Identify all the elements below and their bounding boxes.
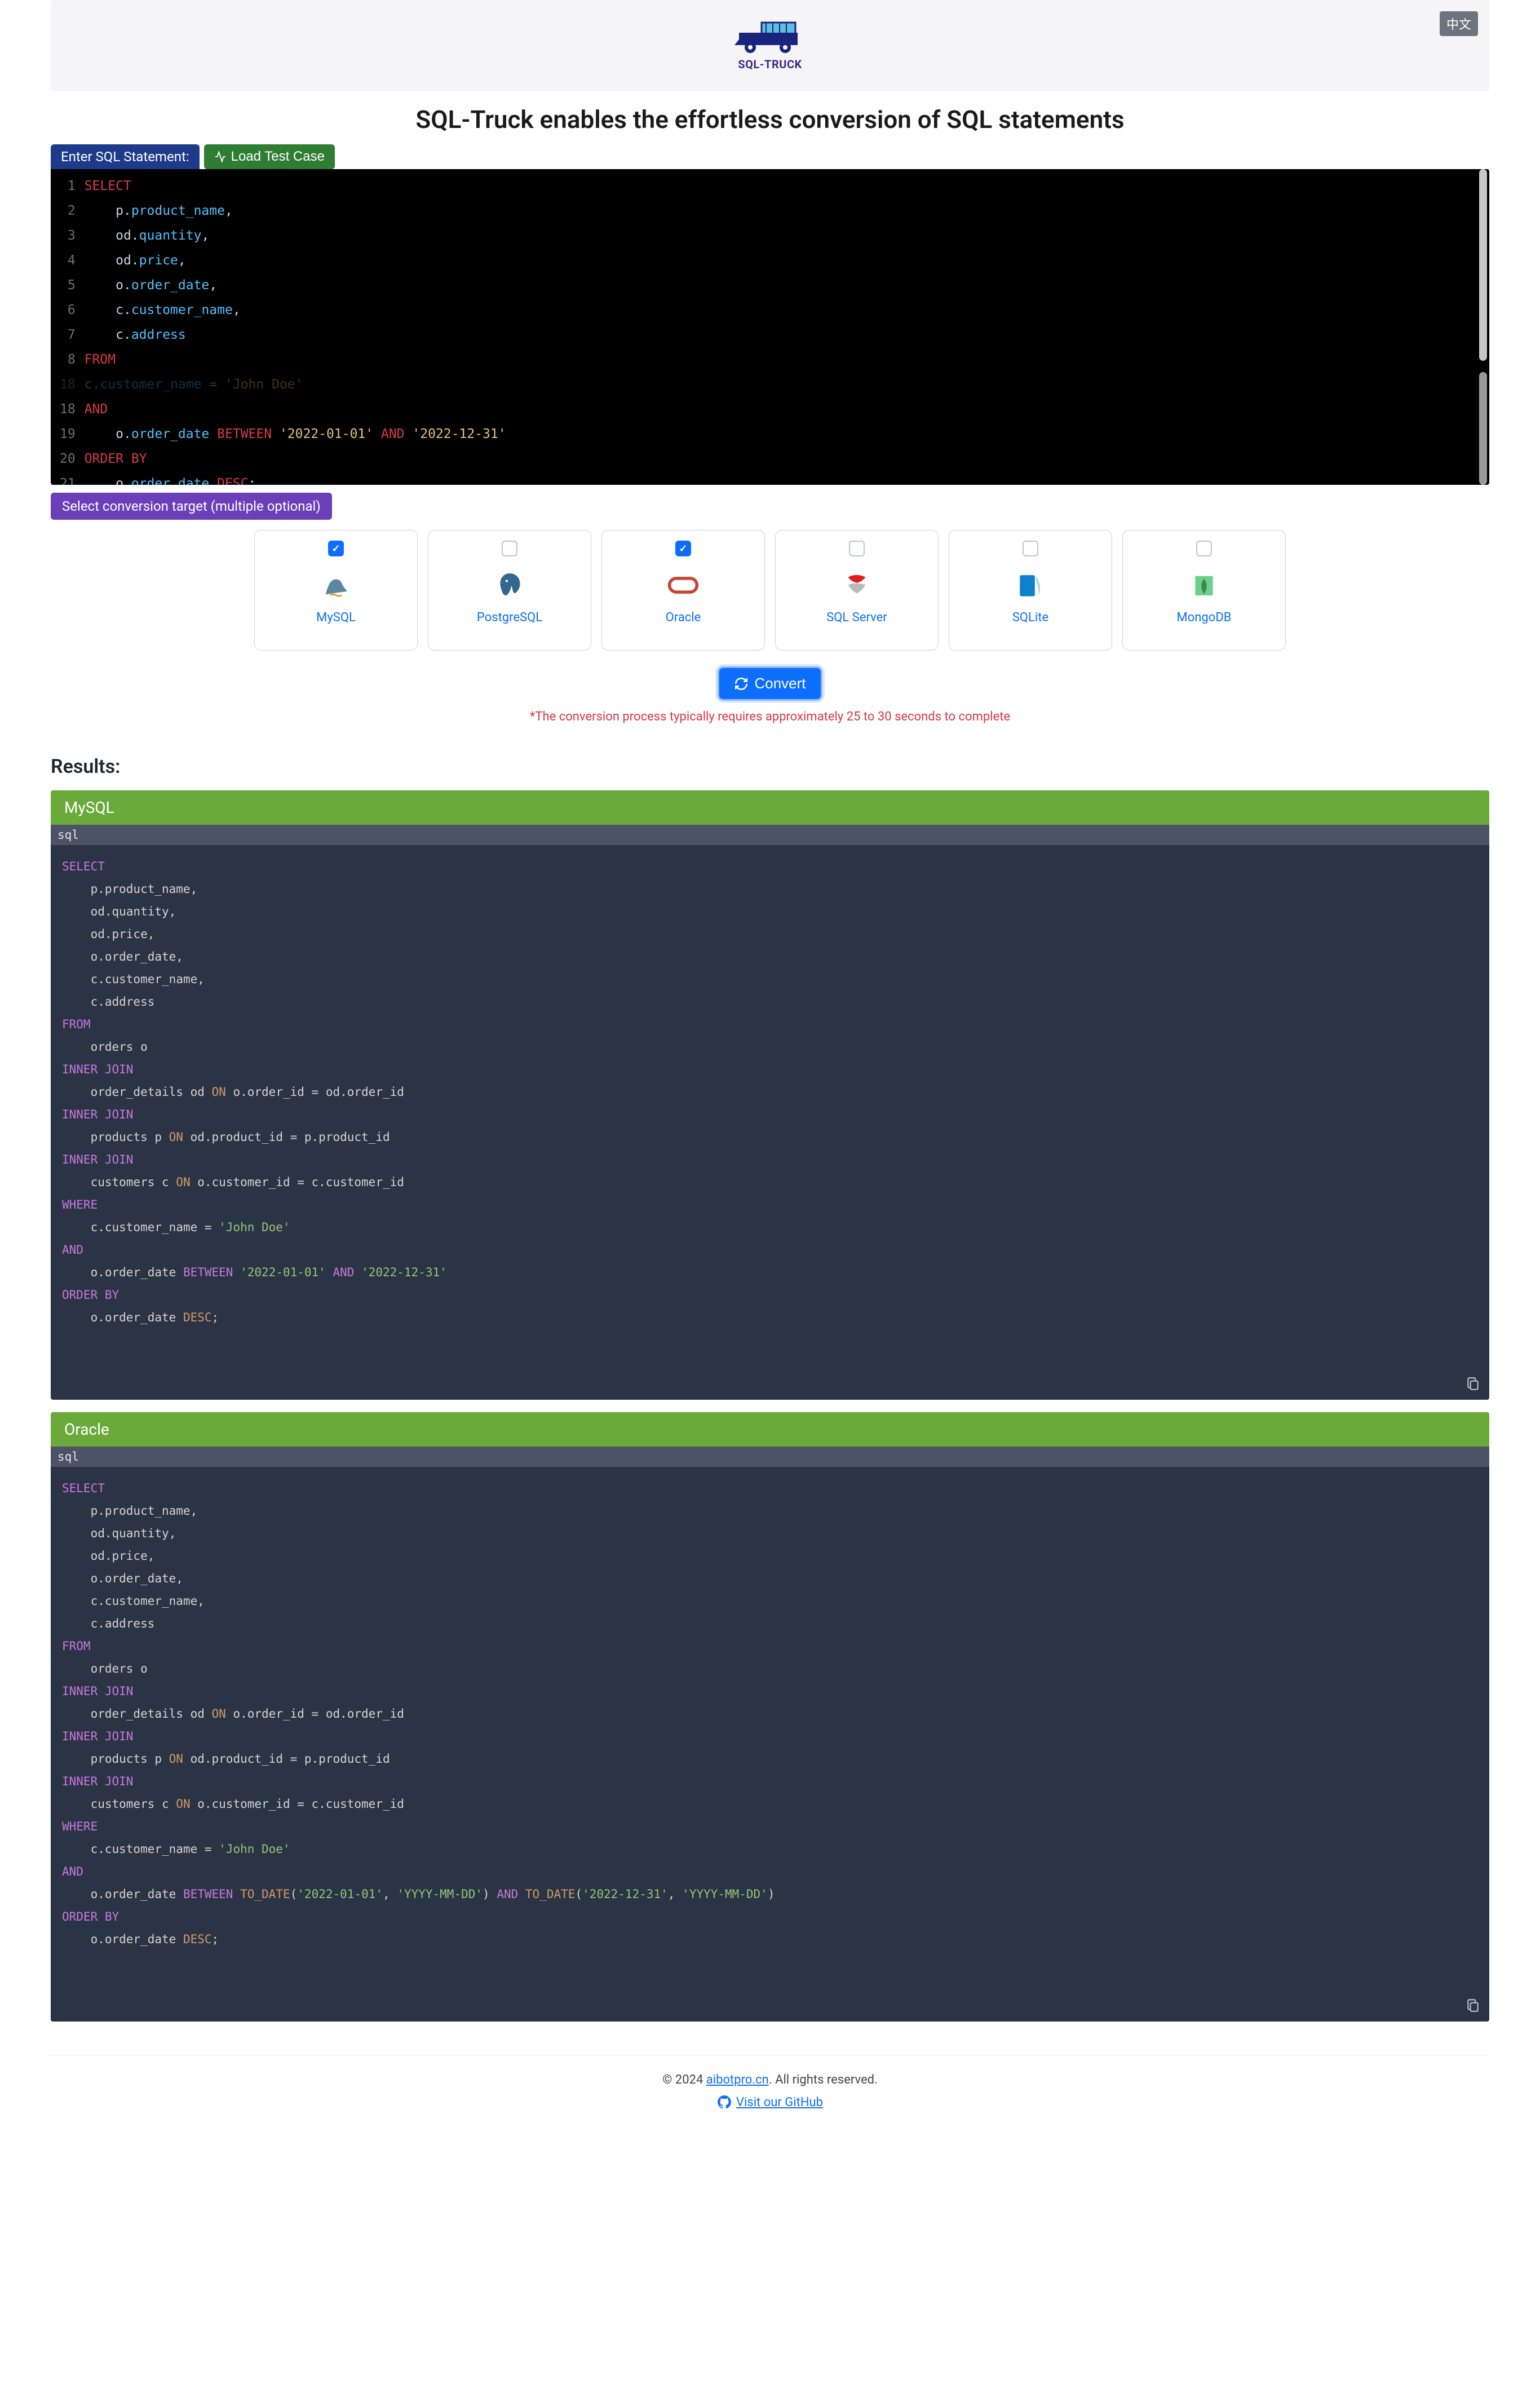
page-title: SQL-Truck enables the effortless convers…: [51, 105, 1489, 134]
sqlserver-icon: [838, 567, 876, 605]
footer: © 2024 aibotpro.cn. All rights reserved.…: [51, 2055, 1489, 2141]
result-code[interactable]: SELECT p.product_name, od.quantity, od.p…: [51, 845, 1489, 1400]
truck-icon: [733, 18, 807, 58]
scrollbar-handle[interactable]: [1479, 372, 1487, 485]
logo-text: SQL-TRUCK: [738, 58, 802, 71]
result-lang-label: sql: [51, 825, 1489, 845]
github-icon: [717, 2095, 732, 2109]
target-card-sqlserver[interactable]: SQL Server: [775, 530, 939, 651]
activity-icon: [214, 151, 227, 163]
oracle-icon: [664, 567, 702, 605]
target-card-sqlite[interactable]: SQLite: [949, 530, 1112, 651]
line-gutter: 123456781818192021: [51, 169, 80, 485]
copy-icon[interactable]: [1466, 1375, 1480, 1392]
logo: SQL-TRUCK: [733, 18, 807, 71]
copy-icon[interactable]: [1466, 1997, 1480, 2014]
checkbox-mysql[interactable]: ✓: [328, 541, 344, 556]
target-label: SQL Server: [826, 611, 887, 625]
sqlite-icon: [1011, 567, 1050, 605]
github-link[interactable]: Visit our GitHub: [717, 2095, 823, 2109]
select-target-label: Select conversion target (multiple optio…: [51, 493, 332, 520]
results-heading: Results:: [51, 755, 1489, 778]
target-label: PostgreSQL: [477, 611, 542, 625]
convert-label: Convert: [754, 675, 806, 692]
language-toggle-button[interactable]: 中文: [1440, 11, 1478, 36]
header-band: 中文 SQL-TRUCK: [51, 0, 1489, 91]
convert-button[interactable]: Convert: [718, 666, 822, 701]
result-lang-label: sql: [51, 1447, 1489, 1467]
checkbox-postgresql[interactable]: [502, 541, 517, 556]
load-test-case-button[interactable]: Load Test Case: [204, 144, 335, 169]
refresh-icon: [734, 676, 749, 691]
checkbox-sqlserver[interactable]: [849, 541, 865, 556]
target-label: MongoDB: [1177, 611, 1232, 625]
mongodb-icon: [1185, 567, 1223, 605]
conversion-note: *The conversion process typically requir…: [51, 710, 1489, 724]
enter-sql-label: Enter SQL Statement:: [51, 144, 200, 169]
target-card-postgresql[interactable]: PostgreSQL: [428, 530, 591, 651]
sql-editor[interactable]: 123456781818192021 SELECT p.product_name…: [51, 169, 1489, 485]
github-link-text: Visit our GitHub: [736, 2095, 823, 2109]
scrollbar-handle[interactable]: [1479, 169, 1487, 361]
target-label: SQLite: [1012, 611, 1048, 625]
postgresql-icon: [490, 567, 529, 605]
target-grid: ✓ MySQL PostgreSQL ✓ Oracle SQL Server S…: [51, 530, 1489, 651]
result-block-oracle: Oracle sql SELECT p.product_name, od.qua…: [51, 1412, 1489, 2022]
copyright-prefix: © 2024: [662, 2073, 706, 2087]
target-label: Oracle: [666, 611, 701, 625]
checkbox-mongodb[interactable]: [1196, 541, 1212, 556]
target-card-oracle[interactable]: ✓ Oracle: [601, 530, 765, 651]
load-test-case-label: Load Test Case: [231, 149, 325, 165]
result-title: MySQL: [51, 790, 1489, 825]
code-area[interactable]: SELECT p.product_name, od.quantity, od.p…: [80, 169, 1489, 485]
copyright-suffix: . All rights reserved.: [769, 2073, 878, 2087]
result-block-mysql: MySQL sql SELECT p.product_name, od.quan…: [51, 790, 1489, 1400]
result-code[interactable]: SELECT p.product_name, od.quantity, od.p…: [51, 1467, 1489, 2022]
checkbox-oracle[interactable]: ✓: [675, 541, 691, 556]
target-card-mysql[interactable]: ✓ MySQL: [254, 530, 418, 651]
target-card-mongodb[interactable]: MongoDB: [1122, 530, 1286, 651]
result-title: Oracle: [51, 1412, 1489, 1447]
target-label: MySQL: [316, 611, 356, 625]
checkbox-sqlite[interactable]: [1023, 541, 1038, 556]
footer-site-link[interactable]: aibotpro.cn: [706, 2073, 769, 2087]
mysql-icon: [317, 567, 355, 605]
